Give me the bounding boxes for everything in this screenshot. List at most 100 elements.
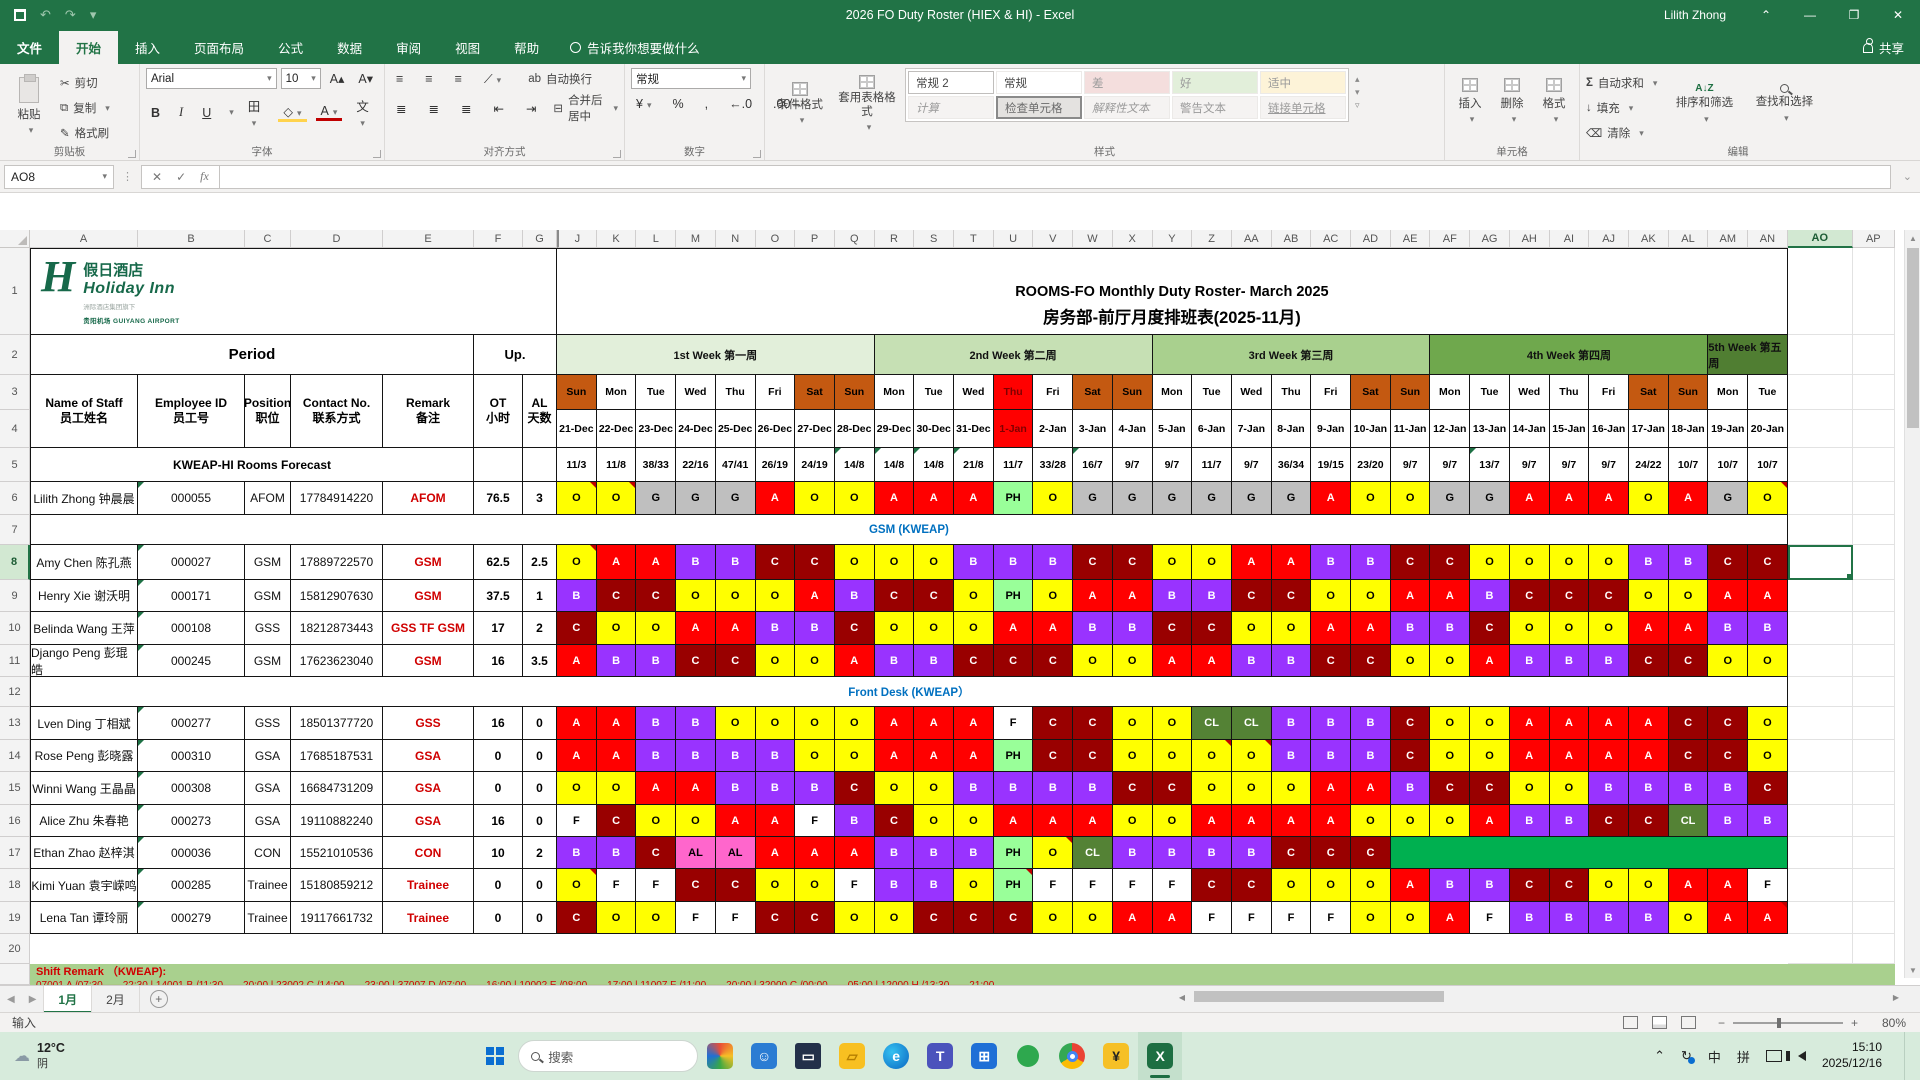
cell[interactable] bbox=[1852, 740, 1895, 772]
staff-remark-cell[interactable]: GSA bbox=[383, 805, 474, 837]
shift-cell[interactable]: C bbox=[1152, 612, 1193, 645]
staff-remark-cell[interactable]: GSA bbox=[383, 740, 474, 772]
decrease-indent-icon[interactable]: ⇤ bbox=[488, 101, 508, 116]
ribbon-tab-4[interactable]: 公式 bbox=[261, 31, 320, 64]
shift-cell[interactable]: O bbox=[795, 707, 835, 740]
shift-cell[interactable]: C bbox=[1748, 772, 1788, 805]
merged-leave-cell[interactable] bbox=[1390, 837, 1788, 869]
shift-cell[interactable]: C bbox=[874, 580, 915, 612]
row-header-19[interactable]: 19 bbox=[0, 902, 30, 934]
cell-style-chip[interactable]: 差 bbox=[1084, 71, 1170, 94]
ime-language-icon[interactable]: 中 bbox=[1708, 1047, 1721, 1066]
shift-cell[interactable]: A bbox=[596, 707, 637, 740]
shift-cell[interactable]: B bbox=[993, 772, 1034, 805]
column-header-R[interactable]: R bbox=[874, 230, 915, 248]
shift-cell[interactable]: B bbox=[954, 545, 994, 580]
shift-cell[interactable]: C bbox=[596, 580, 637, 612]
align-bottom-icon[interactable]: ≡ bbox=[450, 72, 467, 86]
shift-cell[interactable]: C bbox=[715, 869, 756, 902]
staff-name-cell[interactable]: Django Peng 彭琨皓 bbox=[30, 645, 138, 677]
shift-cell[interactable]: B bbox=[1390, 612, 1431, 645]
row-header-2[interactable]: 2 bbox=[0, 335, 30, 375]
shift-cell[interactable]: A bbox=[1470, 645, 1510, 677]
shift-cell[interactable]: A bbox=[1470, 805, 1510, 837]
shift-cell[interactable]: C bbox=[1390, 707, 1431, 740]
shift-cell[interactable]: G bbox=[1073, 482, 1113, 515]
shift-cell[interactable]: C bbox=[755, 545, 796, 580]
sheet-nav-left-icon[interactable]: ◀ bbox=[0, 994, 22, 1005]
cell[interactable] bbox=[1787, 375, 1853, 410]
shift-cell[interactable]: F bbox=[1192, 902, 1232, 934]
shift-cell[interactable]: O bbox=[954, 580, 994, 612]
staff-ot-cell[interactable]: 16 bbox=[474, 707, 523, 740]
percent-icon[interactable]: % bbox=[667, 97, 688, 111]
shift-cell[interactable]: B bbox=[596, 837, 637, 869]
shift-cell[interactable]: O bbox=[1231, 612, 1272, 645]
forecast-cell[interactable]: 10/7 bbox=[1748, 448, 1788, 482]
shift-cell[interactable]: O bbox=[834, 902, 875, 934]
column-header-U[interactable]: U bbox=[993, 230, 1034, 248]
staff-al-cell[interactable]: 0 bbox=[523, 869, 557, 902]
shift-cell[interactable]: A bbox=[954, 707, 994, 740]
staff-contact-cell[interactable]: 18501377720 bbox=[291, 707, 383, 740]
shift-cell[interactable]: G bbox=[676, 482, 716, 515]
shift-cell[interactable]: C bbox=[1112, 772, 1153, 805]
shift-cell[interactable]: A bbox=[1112, 580, 1153, 612]
staff-contact-cell[interactable]: 16684731209 bbox=[291, 772, 383, 805]
shift-cell[interactable]: C bbox=[1390, 545, 1431, 580]
shift-cell[interactable]: O bbox=[1470, 740, 1510, 772]
column-header-Q[interactable]: Q bbox=[834, 230, 875, 248]
ribbon-tab-1[interactable]: 开始 bbox=[59, 31, 119, 64]
shift-cell[interactable]: B bbox=[1549, 902, 1590, 934]
staff-id-cell[interactable]: 000027 bbox=[138, 545, 245, 580]
cell[interactable] bbox=[1787, 805, 1853, 837]
row-header-16[interactable]: 16 bbox=[0, 805, 30, 837]
shift-cell[interactable]: O bbox=[636, 612, 677, 645]
cell[interactable] bbox=[474, 448, 523, 482]
staff-id-cell[interactable]: 000245 bbox=[138, 645, 245, 677]
staff-position-cell[interactable]: AFOM bbox=[245, 482, 291, 515]
speaker-icon[interactable] bbox=[1785, 1051, 1806, 1061]
row-header-10[interactable]: 10 bbox=[0, 612, 30, 645]
forecast-cell[interactable]: 11/7 bbox=[993, 448, 1034, 482]
cell[interactable] bbox=[1787, 248, 1853, 335]
ribbon-tab-6[interactable]: 审阅 bbox=[379, 31, 438, 64]
cell[interactable] bbox=[1852, 612, 1895, 645]
shift-cell[interactable]: C bbox=[1589, 805, 1629, 837]
shift-cell[interactable]: C bbox=[1192, 869, 1232, 902]
staff-ot-cell[interactable]: 0 bbox=[474, 772, 523, 805]
font-size-combo[interactable]: 10 ▾ bbox=[280, 68, 321, 89]
shift-cell[interactable]: O bbox=[1390, 482, 1431, 515]
shift-cell[interactable]: O bbox=[596, 902, 637, 934]
shift-cell[interactable]: B bbox=[1430, 869, 1471, 902]
number-format-combo[interactable]: 常规 ▾ bbox=[631, 68, 751, 89]
shift-cell[interactable]: O bbox=[1549, 545, 1590, 580]
phonetic-guide-icon[interactable]: 文▾ bbox=[351, 96, 378, 129]
cell-style-chip[interactable]: 警告文本 bbox=[1172, 96, 1258, 119]
shift-cell[interactable]: A bbox=[676, 612, 716, 645]
shift-cell[interactable]: A bbox=[1112, 902, 1153, 934]
shift-cell[interactable]: A bbox=[636, 772, 677, 805]
forecast-cell[interactable]: 36/34 bbox=[1271, 448, 1312, 482]
shift-cell[interactable]: O bbox=[755, 580, 796, 612]
staff-contact-cell[interactable]: 18212873443 bbox=[291, 612, 383, 645]
shift-cell[interactable]: O bbox=[1033, 902, 1074, 934]
shift-cell[interactable]: B bbox=[1351, 740, 1391, 772]
staff-name-cell[interactable]: Henry Xie 谢沃明 bbox=[30, 580, 138, 612]
shift-cell[interactable]: O bbox=[1192, 772, 1232, 805]
shift-cell[interactable]: B bbox=[1311, 740, 1352, 772]
shift-cell[interactable]: F bbox=[1231, 902, 1272, 934]
format-painter-button[interactable]: ✎ 格式刷 bbox=[60, 122, 110, 144]
forecast-cell[interactable]: 24/19 bbox=[795, 448, 835, 482]
shift-cell[interactable]: G bbox=[1271, 482, 1312, 515]
shift-cell[interactable]: A bbox=[1033, 805, 1074, 837]
staff-contact-cell[interactable]: 17889722570 bbox=[291, 545, 383, 580]
shift-cell[interactable]: C bbox=[636, 580, 677, 612]
shift-cell[interactable]: C bbox=[1708, 545, 1749, 580]
shift-cell[interactable]: A bbox=[1311, 772, 1352, 805]
shift-cell[interactable]: B bbox=[1231, 645, 1272, 677]
column-header-Z[interactable]: Z bbox=[1192, 230, 1232, 248]
row-header-20[interactable]: 20 bbox=[0, 934, 30, 964]
shift-cell[interactable]: O bbox=[834, 707, 875, 740]
staff-remark-cell[interactable]: GSM bbox=[383, 580, 474, 612]
